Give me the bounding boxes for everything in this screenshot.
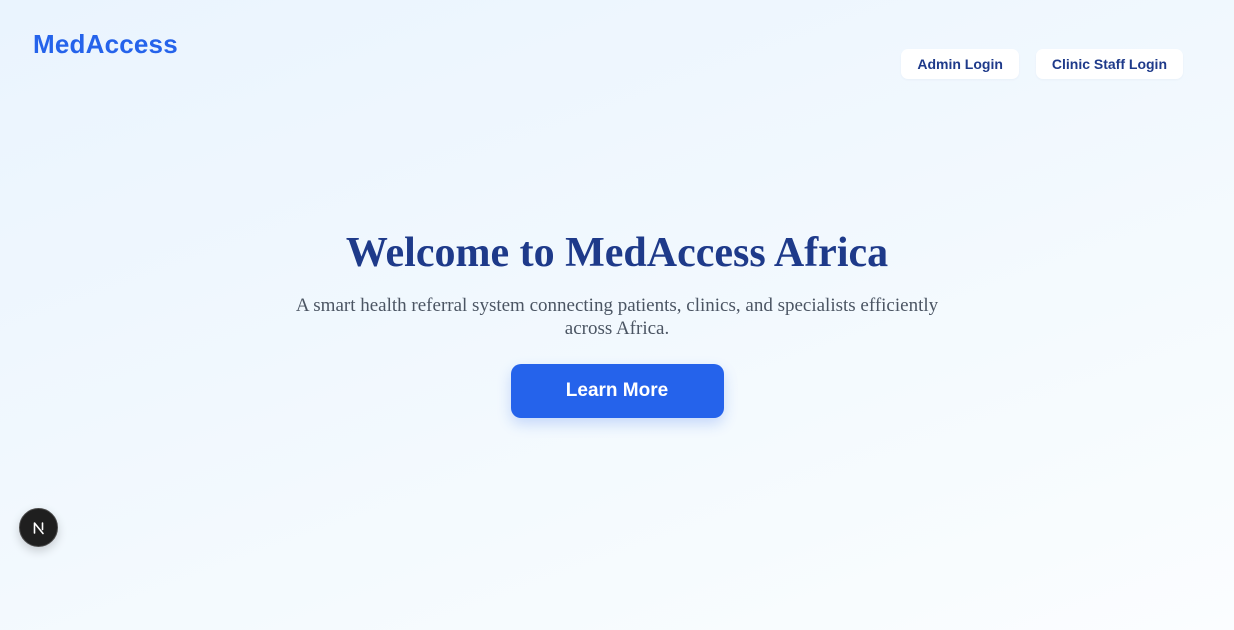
hero-title: Welcome to MedAccess Africa (345, 230, 889, 276)
learn-more-button[interactable]: Learn More (510, 364, 724, 418)
admin-login-button[interactable]: Admin Login (901, 49, 1019, 79)
nextjs-n-icon (31, 520, 47, 536)
hero-subtitle: A smart health referral system connectin… (295, 295, 939, 339)
hero-section: Welcome to MedAccess Africa A smart heal… (0, 228, 1234, 418)
logo[interactable]: MedAccess (33, 29, 178, 60)
top-nav: Admin Login Clinic Staff Login (901, 49, 1183, 79)
clinic-staff-login-button[interactable]: Clinic Staff Login (1035, 49, 1183, 79)
nextjs-dev-tools-button[interactable] (19, 508, 58, 547)
